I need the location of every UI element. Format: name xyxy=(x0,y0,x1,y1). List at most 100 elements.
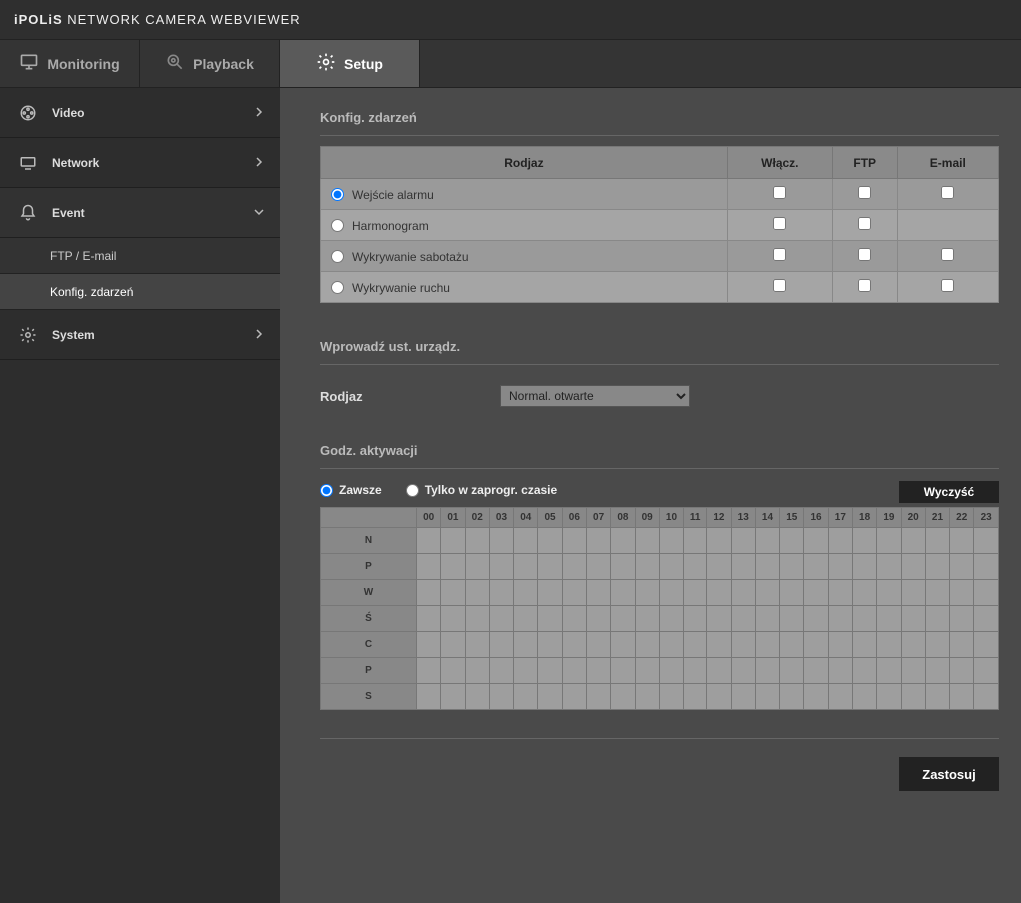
schedule-cell[interactable] xyxy=(489,632,513,658)
schedule-cell[interactable] xyxy=(465,554,489,580)
schedule-cell[interactable] xyxy=(514,580,538,606)
schedule-cell[interactable] xyxy=(538,684,562,710)
schedule-cell[interactable] xyxy=(417,658,441,684)
schedule-cell[interactable] xyxy=(974,658,999,684)
schedule-cell[interactable] xyxy=(707,528,731,554)
schedule-cell[interactable] xyxy=(755,528,779,554)
schedule-cell[interactable] xyxy=(465,684,489,710)
schedule-cell[interactable] xyxy=(707,606,731,632)
schedule-cell[interactable] xyxy=(514,554,538,580)
event-checkbox-ftp[interactable] xyxy=(858,279,871,292)
schedule-cell[interactable] xyxy=(950,554,974,580)
schedule-cell[interactable] xyxy=(780,658,804,684)
schedule-cell[interactable] xyxy=(828,632,852,658)
schedule-cell[interactable] xyxy=(417,554,441,580)
schedule-cell[interactable] xyxy=(538,658,562,684)
schedule-cell[interactable] xyxy=(514,632,538,658)
schedule-cell[interactable] xyxy=(684,528,707,554)
schedule-cell[interactable] xyxy=(441,684,465,710)
schedule-cell[interactable] xyxy=(877,684,901,710)
schedule-cell[interactable] xyxy=(828,554,852,580)
schedule-cell[interactable] xyxy=(489,684,513,710)
schedule-cell[interactable] xyxy=(731,580,755,606)
event-checkbox-email[interactable] xyxy=(941,279,954,292)
schedule-cell[interactable] xyxy=(731,554,755,580)
schedule-cell[interactable] xyxy=(707,554,731,580)
radio-zawsze[interactable] xyxy=(320,484,333,497)
schedule-cell[interactable] xyxy=(755,580,779,606)
schedule-cell[interactable] xyxy=(684,632,707,658)
schedule-cell[interactable] xyxy=(780,632,804,658)
schedule-cell[interactable] xyxy=(586,632,610,658)
schedule-cell[interactable] xyxy=(780,606,804,632)
schedule-cell[interactable] xyxy=(611,684,635,710)
schedule-cell[interactable] xyxy=(877,554,901,580)
schedule-cell[interactable] xyxy=(828,684,852,710)
schedule-cell[interactable] xyxy=(974,580,999,606)
schedule-cell[interactable] xyxy=(586,554,610,580)
schedule-cell[interactable] xyxy=(901,580,925,606)
schedule-cell[interactable] xyxy=(441,554,465,580)
schedule-cell[interactable] xyxy=(804,658,828,684)
schedule-cell[interactable] xyxy=(514,528,538,554)
schedule-cell[interactable] xyxy=(755,606,779,632)
sidebar-sub-ftp-email[interactable]: FTP / E-mail xyxy=(0,238,280,274)
schedule-cell[interactable] xyxy=(707,684,731,710)
schedule-cell[interactable] xyxy=(852,632,876,658)
schedule-cell[interactable] xyxy=(755,684,779,710)
event-row-radio[interactable] xyxy=(331,250,344,263)
event-checkbox-wlacz[interactable] xyxy=(773,279,786,292)
schedule-cell[interactable] xyxy=(707,632,731,658)
schedule-cell[interactable] xyxy=(538,606,562,632)
schedule-cell[interactable] xyxy=(538,528,562,554)
schedule-cell[interactable] xyxy=(538,554,562,580)
schedule-cell[interactable] xyxy=(731,632,755,658)
schedule-cell[interactable] xyxy=(635,658,659,684)
schedule-cell[interactable] xyxy=(950,580,974,606)
event-checkbox-wlacz[interactable] xyxy=(773,248,786,261)
schedule-cell[interactable] xyxy=(417,580,441,606)
event-checkbox-wlacz[interactable] xyxy=(773,217,786,230)
event-checkbox-email[interactable] xyxy=(941,186,954,199)
schedule-cell[interactable] xyxy=(974,632,999,658)
sidebar-sub-konfig[interactable]: Konfig. zdarzeń xyxy=(0,274,280,310)
schedule-cell[interactable] xyxy=(659,658,683,684)
activation-always-option[interactable]: Zawsze xyxy=(320,483,382,497)
schedule-cell[interactable] xyxy=(852,606,876,632)
schedule-cell[interactable] xyxy=(538,580,562,606)
tab-setup[interactable]: Setup xyxy=(280,40,420,87)
schedule-cell[interactable] xyxy=(417,632,441,658)
schedule-cell[interactable] xyxy=(465,606,489,632)
schedule-cell[interactable] xyxy=(489,580,513,606)
schedule-cell[interactable] xyxy=(780,554,804,580)
event-checkbox-ftp[interactable] xyxy=(858,186,871,199)
schedule-cell[interactable] xyxy=(659,606,683,632)
schedule-cell[interactable] xyxy=(441,658,465,684)
schedule-cell[interactable] xyxy=(925,658,949,684)
schedule-cell[interactable] xyxy=(755,632,779,658)
schedule-cell[interactable] xyxy=(852,580,876,606)
schedule-cell[interactable] xyxy=(635,684,659,710)
schedule-cell[interactable] xyxy=(465,580,489,606)
schedule-cell[interactable] xyxy=(804,580,828,606)
event-checkbox-email[interactable] xyxy=(941,248,954,261)
schedule-cell[interactable] xyxy=(611,632,635,658)
schedule-cell[interactable] xyxy=(489,528,513,554)
schedule-cell[interactable] xyxy=(659,580,683,606)
schedule-cell[interactable] xyxy=(489,658,513,684)
schedule-cell[interactable] xyxy=(804,528,828,554)
schedule-cell[interactable] xyxy=(877,606,901,632)
schedule-cell[interactable] xyxy=(901,528,925,554)
schedule-cell[interactable] xyxy=(804,684,828,710)
schedule-cell[interactable] xyxy=(901,632,925,658)
schedule-cell[interactable] xyxy=(417,684,441,710)
schedule-cell[interactable] xyxy=(514,658,538,684)
schedule-cell[interactable] xyxy=(562,658,586,684)
schedule-cell[interactable] xyxy=(514,606,538,632)
schedule-cell[interactable] xyxy=(586,684,610,710)
schedule-cell[interactable] xyxy=(562,580,586,606)
schedule-cell[interactable] xyxy=(707,658,731,684)
apply-button[interactable]: Zastosuj xyxy=(899,757,999,791)
schedule-cell[interactable] xyxy=(925,554,949,580)
schedule-cell[interactable] xyxy=(635,606,659,632)
